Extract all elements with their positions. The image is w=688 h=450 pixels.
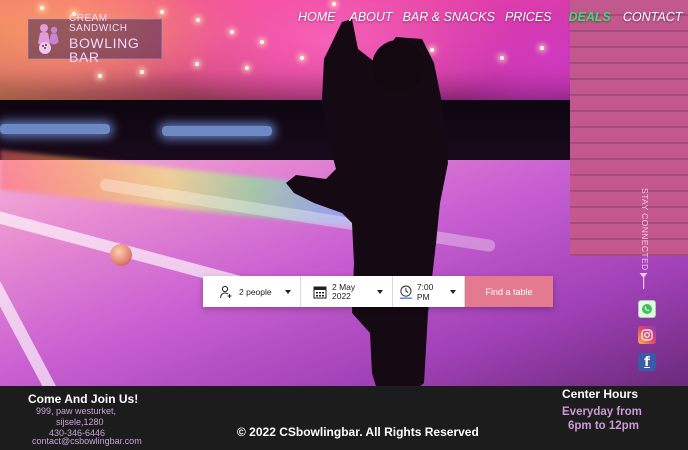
arrow-down-icon [639, 273, 648, 289]
brand-name: CREAM SANDWICH BOWLING BAR [69, 13, 161, 65]
join-us-heading: Come And Join Us! [28, 392, 139, 406]
center-hours-heading: Center Hours [562, 387, 639, 401]
facebook-icon: f [644, 354, 650, 370]
date-select[interactable]: 2 May 2022 [301, 276, 393, 307]
party-size-select[interactable]: 2 people [203, 276, 301, 307]
hours-line-2: 6pm to 12pm [568, 420, 639, 432]
find-table-button[interactable]: Find a table [465, 276, 553, 307]
email-link[interactable]: contact@csbowlingbar.com [32, 436, 142, 446]
hours-line-1: Everyday from [562, 406, 642, 418]
table-booking-form: 2 people 2 May 2022 7:00 PM Find a table [203, 276, 553, 307]
add-user-icon [220, 285, 232, 298]
brand-name-line2: BOWLING BAR [69, 35, 140, 65]
whatsapp-link[interactable] [638, 300, 656, 318]
nav-bar-snacks[interactable]: BAR & SNACKS [403, 10, 495, 24]
party-size-value: 2 people [239, 286, 272, 297]
nav-deals[interactable]: DEALS [569, 10, 611, 24]
chevron-down-icon [377, 289, 383, 294]
brand-logo[interactable]: CREAM SANDWICH BOWLING BAR [28, 14, 162, 64]
chevron-down-icon [285, 289, 291, 294]
instagram-link[interactable] [638, 326, 656, 344]
nav-prices[interactable]: PRICES [505, 10, 552, 24]
time-value: 7:00 PM [416, 281, 434, 302]
stay-connected-label: STAY CONNECTED [640, 188, 650, 271]
whatsapp-icon [642, 304, 652, 314]
time-select[interactable]: 7:00 PM [393, 276, 465, 307]
calendar-icon [313, 286, 327, 298]
chevron-down-icon [450, 289, 456, 294]
nav-contact[interactable]: CONTACT [623, 10, 683, 24]
date-year: 2022 [332, 290, 351, 301]
address-line-1: 999, paw westurket, [36, 406, 117, 416]
copyright-text: © 2022 CSbowlingbar. All Rights Reserved [237, 425, 479, 439]
brand-name-line1: CREAM SANDWICH [69, 13, 128, 34]
nav-about[interactable]: ABOUT [350, 10, 393, 24]
main-navigation: HOME ABOUT BAR & SNACKS PRICES DEALS CON… [298, 10, 682, 24]
bowling-pins-logo-icon [33, 22, 65, 56]
facebook-link[interactable]: f [638, 353, 656, 371]
date-value: 2 May 2022 [332, 282, 364, 301]
nav-home[interactable]: HOME [298, 10, 336, 24]
address-line-2: sijsele,1280 [56, 417, 104, 427]
clock-icon [399, 285, 412, 299]
instagram-icon [641, 329, 653, 341]
